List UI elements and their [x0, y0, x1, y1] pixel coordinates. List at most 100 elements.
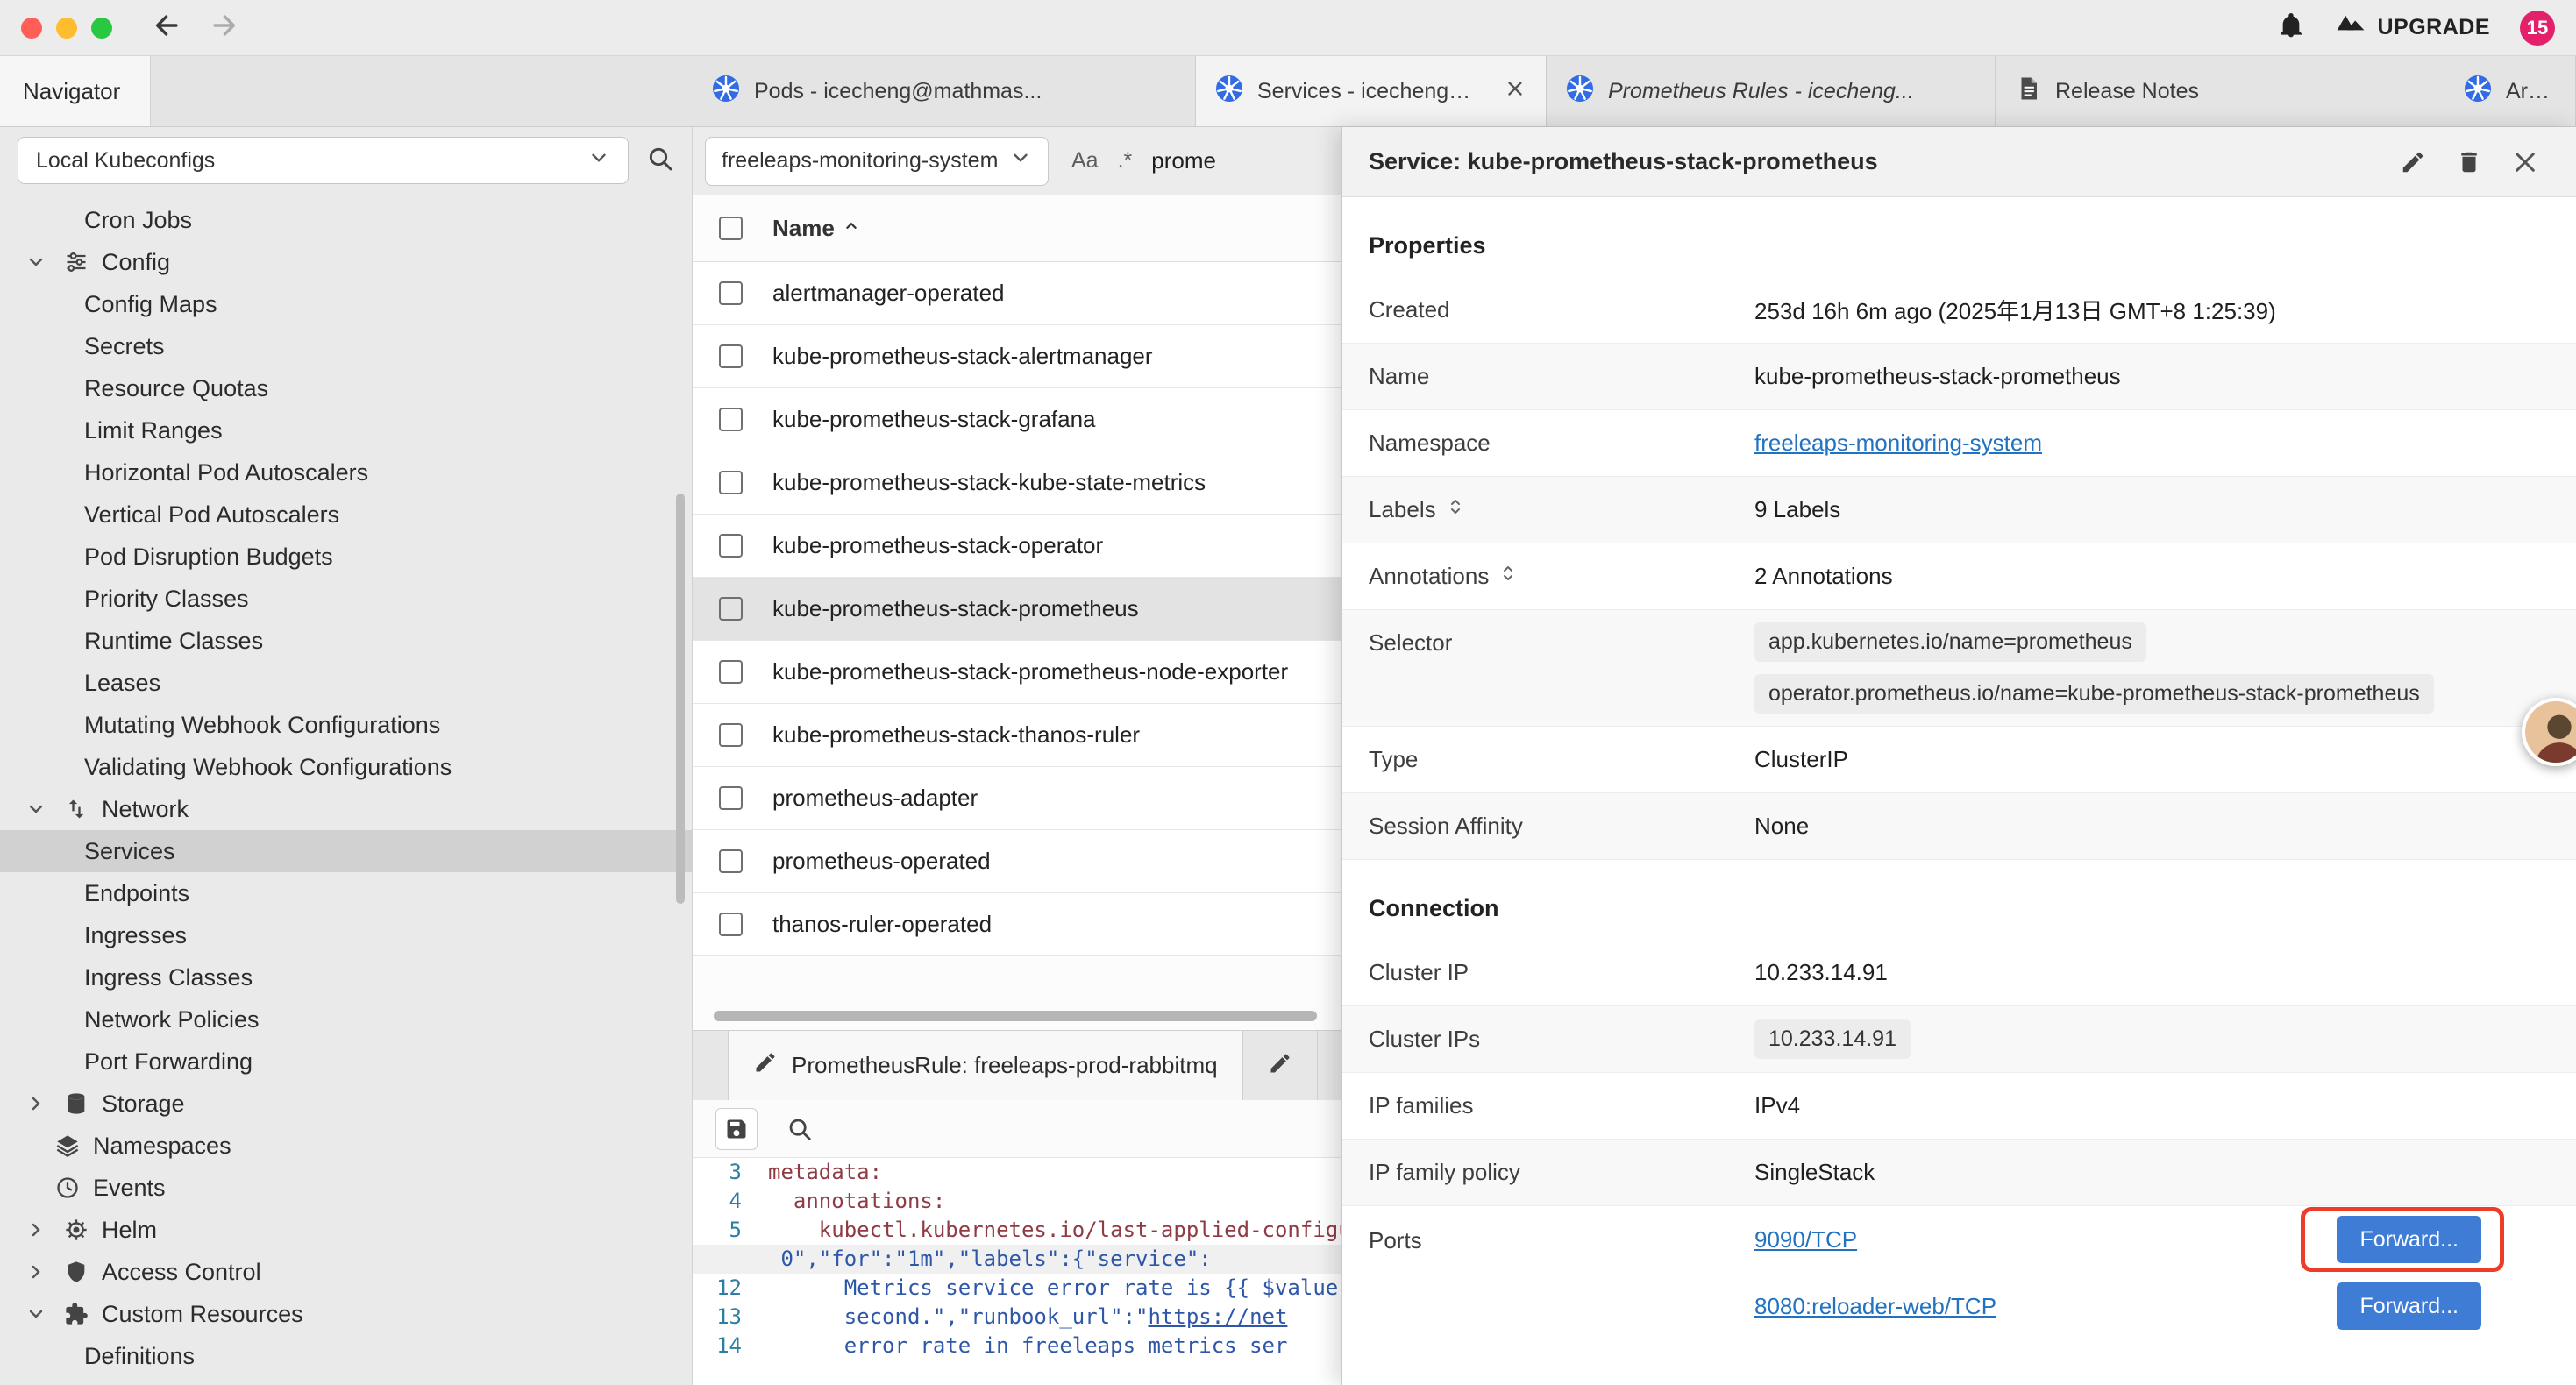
sidebar-item-mutating-webhook-configurations[interactable]: Mutating Webhook Configurations: [0, 704, 692, 746]
tab-prometheus-rules[interactable]: Prometheus Rules - icecheng...: [1547, 56, 1996, 126]
row-checkbox[interactable]: [719, 281, 743, 305]
row-checkbox[interactable]: [719, 723, 743, 747]
forward-arrow-icon[interactable]: [209, 11, 238, 45]
notifications-bell-icon[interactable]: [2277, 11, 2305, 44]
row-checkbox[interactable]: [719, 471, 743, 494]
row-checkbox[interactable]: [719, 534, 743, 558]
sidebar-group-access-control[interactable]: Access Control: [0, 1251, 692, 1293]
editor-search-icon[interactable]: [779, 1108, 821, 1150]
upgrade-button[interactable]: UPGRADE: [2335, 13, 2490, 42]
row-checkbox[interactable]: [719, 597, 743, 621]
save-icon[interactable]: [715, 1108, 758, 1150]
forward-button[interactable]: Forward...: [2337, 1216, 2481, 1263]
sidebar-item-definitions[interactable]: Definitions: [0, 1335, 692, 1377]
sidebar-item-events[interactable]: Events: [0, 1167, 692, 1209]
chevron-down-icon[interactable]: [21, 799, 51, 820]
row-checkbox[interactable]: [719, 913, 743, 936]
sidebar-item-leases[interactable]: Leases: [0, 662, 692, 704]
sidebar-group-config[interactable]: Config: [0, 241, 692, 283]
row-checkbox[interactable]: [719, 660, 743, 684]
sidebar-group-network[interactable]: Network: [0, 788, 692, 830]
forward-button[interactable]: Forward...: [2337, 1282, 2481, 1330]
sidebar-item-port-forwarding[interactable]: Port Forwarding: [0, 1041, 692, 1083]
edit-icon[interactable]: [2388, 138, 2437, 187]
tab-services[interactable]: Services - icecheng@math...: [1196, 56, 1547, 126]
minimize-window-button[interactable]: [56, 18, 77, 39]
detail-value: ClusterIP: [1754, 746, 2550, 773]
sidebar-item-label: Validating Webhook Configurations: [84, 754, 452, 781]
port-entry: 8080:reloader-web/TCP Forward...: [1754, 1273, 2576, 1339]
detail-label: Created: [1369, 296, 1754, 323]
sidebar-item-endpoints[interactable]: Endpoints: [0, 872, 692, 914]
sidebar-item-limit-ranges[interactable]: Limit Ranges: [0, 409, 692, 451]
chevron-down-icon[interactable]: [21, 252, 51, 273]
tab-argo[interactable]: Argo Se: [2444, 56, 2576, 126]
sidebar-item-secrets[interactable]: Secrets: [0, 325, 692, 367]
drawer-title: Service: kube-prometheus-stack-prometheu…: [1369, 148, 2381, 175]
sidebar-item-ingresses[interactable]: Ingresses: [0, 914, 692, 956]
layers-icon: [51, 1133, 84, 1158]
select-all-checkbox[interactable]: [719, 217, 743, 240]
sidebar-group-custom-resources[interactable]: Custom Resources: [0, 1293, 692, 1335]
sidebar-item-pod-disruption-budgets[interactable]: Pod Disruption Budgets: [0, 536, 692, 578]
port-link[interactable]: 9090/TCP: [1754, 1226, 1857, 1254]
sidebar-item-runtime-classes[interactable]: Runtime Classes: [0, 620, 692, 662]
sidebar-item-config-maps[interactable]: Config Maps: [0, 283, 692, 325]
kubeconfig-select[interactable]: Local Kubeconfigs: [18, 137, 629, 184]
back-arrow-icon[interactable]: [153, 11, 182, 45]
sidebar-item-priority-classes[interactable]: Priority Classes: [0, 578, 692, 620]
sidebar-item-label: Priority Classes: [84, 586, 249, 613]
name-column-header[interactable]: Name: [772, 215, 861, 242]
maximize-window-button[interactable]: [91, 18, 112, 39]
trash-icon[interactable]: [2444, 138, 2494, 187]
detail-row-cluster-ip: Cluster IP 10.233.14.91: [1342, 940, 2576, 1006]
dock-tab-partial[interactable]: [1243, 1031, 1318, 1100]
code-text: 0","for":"1m","labels":{"service":: [768, 1245, 1212, 1274]
sidebar-group-helm[interactable]: Helm: [0, 1209, 692, 1251]
code-link-text[interactable]: https://net: [1148, 1303, 1287, 1332]
row-checkbox[interactable]: [719, 786, 743, 810]
sidebar-item-horizontal-pod-autoscalers[interactable]: Horizontal Pod Autoscalers: [0, 451, 692, 494]
unfold-more-icon[interactable]: [1498, 563, 1519, 590]
namespace-link[interactable]: freeleaps-monitoring-system: [1754, 430, 2042, 457]
row-checkbox[interactable]: [719, 849, 743, 873]
horizontal-scrollbar[interactable]: [714, 1011, 1317, 1021]
sidebar-item-label: Pod Disruption Budgets: [84, 543, 333, 571]
sidebar-item-cron-jobs[interactable]: Cron Jobs: [0, 199, 692, 241]
tab-release-notes[interactable]: Release Notes: [1996, 56, 2444, 126]
navigator-panel-tab[interactable]: Navigator: [0, 56, 151, 126]
sidebar-search-icon[interactable]: [646, 145, 674, 177]
close-window-button[interactable]: [21, 18, 42, 39]
sidebar-scrollbar[interactable]: [676, 494, 685, 904]
dock-tab-prometheusrule[interactable]: PrometheusRule: freeleaps-prod-rabbitmq: [728, 1031, 1243, 1100]
sidebar-item-resource-quotas[interactable]: Resource Quotas: [0, 367, 692, 409]
row-checkbox[interactable]: [719, 408, 743, 431]
port-link[interactable]: 8080:reloader-web/TCP: [1754, 1293, 1996, 1320]
detail-label: Annotations: [1369, 563, 1489, 590]
namespace-filter-select[interactable]: freeleaps-monitoring-system: [705, 137, 1049, 186]
sidebar-item-namespaces[interactable]: Namespaces: [0, 1125, 692, 1167]
chevron-down-icon[interactable]: [21, 1303, 51, 1325]
kubeconfig-select-value: Local Kubeconfigs: [36, 148, 587, 174]
chevron-right-icon[interactable]: [21, 1261, 51, 1282]
chevron-right-icon[interactable]: [21, 1219, 51, 1240]
sidebar-item-vertical-pod-autoscalers[interactable]: Vertical Pod Autoscalers: [0, 494, 692, 536]
sidebar-item-validating-webhook-configurations[interactable]: Validating Webhook Configurations: [0, 746, 692, 788]
line-number: 13: [693, 1303, 768, 1332]
row-checkbox[interactable]: [719, 344, 743, 368]
pencil-icon: [753, 1050, 778, 1081]
tab-pods[interactable]: Pods - icecheng@mathmas...: [693, 56, 1196, 126]
sidebar-item-ingress-classes[interactable]: Ingress Classes: [0, 956, 692, 998]
unfold-more-icon[interactable]: [1445, 496, 1466, 523]
regex-toggle[interactable]: .*: [1118, 148, 1133, 174]
sidebar-item-network-policies[interactable]: Network Policies: [0, 998, 692, 1041]
line-number: 14: [693, 1332, 768, 1360]
list-search-input[interactable]: Aa .* prome: [1071, 147, 1216, 174]
match-case-toggle[interactable]: Aa: [1071, 148, 1099, 174]
notification-count-badge[interactable]: 15: [2520, 11, 2555, 46]
chevron-right-icon[interactable]: [21, 1093, 51, 1114]
close-tab-icon[interactable]: [1504, 77, 1526, 106]
sidebar-group-storage[interactable]: Storage: [0, 1083, 692, 1125]
sidebar-item-services[interactable]: Services: [0, 830, 692, 872]
close-icon[interactable]: [2501, 138, 2550, 187]
